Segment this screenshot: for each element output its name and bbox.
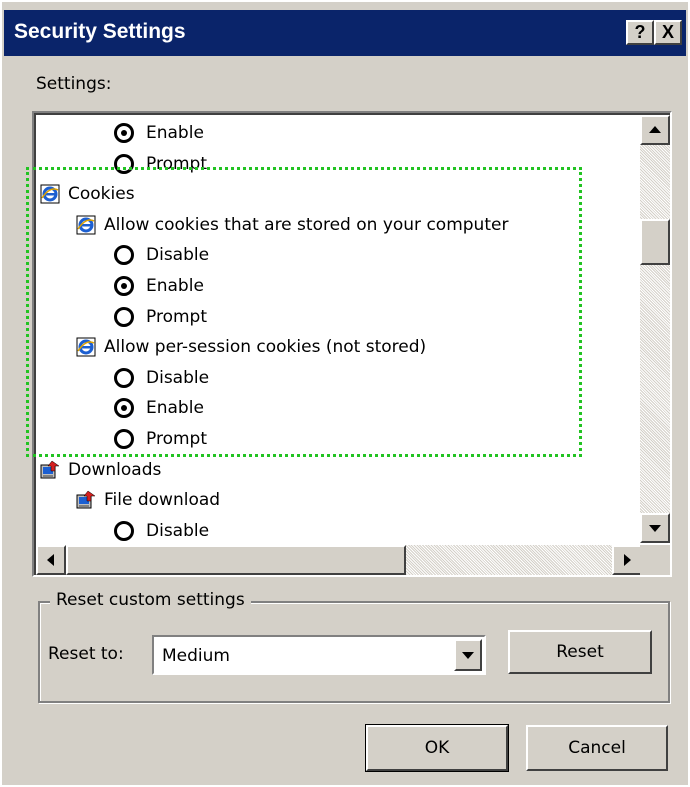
reset-to-dropdown[interactable]: Medium — [152, 635, 486, 675]
arrow-left-icon — [47, 554, 54, 566]
close-button[interactable]: X — [654, 20, 682, 45]
tree-setting[interactable]: File download — [76, 485, 220, 515]
scroll-right-button[interactable] — [612, 545, 642, 575]
radio-unselected-icon[interactable] — [114, 429, 134, 449]
tree-item-label: Disable — [146, 367, 210, 388]
tree-item-label: Enable — [146, 123, 204, 143]
radio-unselected-icon[interactable] — [114, 245, 134, 266]
reset-to-label: Reset to: — [48, 644, 124, 664]
scroll-up-button[interactable] — [640, 115, 670, 145]
tree-item-label: Disable — [146, 245, 210, 266]
scroll-down-button[interactable] — [640, 513, 670, 543]
download-icon — [40, 460, 60, 480]
radio-dot — [121, 283, 127, 289]
radio-option-disable[interactable]: Disable — [114, 240, 209, 270]
tree-item-label: Enable — [146, 276, 204, 296]
arrow-right-icon — [624, 554, 631, 566]
tree-category[interactable]: Downloads — [40, 455, 161, 485]
hscroll-thumb[interactable] — [66, 545, 406, 575]
radio-option-enable[interactable]: Enable — [114, 118, 204, 148]
tree-item-label: Prompt — [146, 429, 207, 449]
reset-group-title: Reset custom settings — [50, 590, 251, 610]
radio-selected-icon[interactable] — [114, 123, 134, 143]
radio-unselected-icon[interactable] — [114, 520, 134, 541]
tree-setting[interactable]: Allow cookies that are stored on your co… — [76, 210, 508, 240]
radio-option-prompt[interactable]: Prompt — [114, 149, 207, 179]
radio-option-disable[interactable]: Disable — [114, 363, 209, 393]
radio-dot — [121, 405, 127, 412]
radio-option-prompt[interactable]: Prompt — [114, 424, 207, 454]
scroll-left-button[interactable] — [36, 545, 66, 575]
radio-selected-icon[interactable] — [114, 276, 134, 296]
tree-item-label: Cookies — [68, 184, 135, 205]
radio-option-prompt[interactable]: Prompt — [114, 302, 207, 332]
settings-tree[interactable]: Enable Prompt Cookies Allow cookies that ar… — [32, 111, 672, 577]
tree-item-label: Prompt — [146, 306, 207, 327]
horizontal-scrollbar[interactable] — [36, 545, 642, 575]
ie-icon — [76, 215, 96, 235]
radio-option-enable[interactable]: Enable — [114, 271, 204, 301]
radio-selected-icon[interactable] — [114, 398, 134, 419]
radio-unselected-icon[interactable] — [114, 306, 134, 327]
cancel-button[interactable]: Cancel — [526, 725, 668, 771]
scroll-corner — [640, 545, 670, 575]
radio-unselected-icon[interactable] — [114, 367, 134, 388]
tree-item-label: Allow cookies that are stored on your co… — [104, 214, 509, 235]
window-title: Security Settings — [14, 20, 186, 43]
scroll-thumb[interactable] — [640, 219, 670, 265]
dropdown-button[interactable] — [454, 639, 482, 671]
ie-icon — [40, 184, 60, 204]
security-settings-dialog: Security Settings ? X Settings: Enable Pr… — [0, 0, 688, 785]
settings-label: Settings: — [36, 74, 112, 94]
tree-item-label: File download — [104, 490, 221, 511]
reset-to-value: Medium — [162, 646, 230, 666]
arrow-down-icon — [649, 525, 661, 532]
ok-button[interactable]: OK — [365, 724, 509, 772]
radio-option-disable[interactable]: Disable — [114, 516, 209, 546]
tree-item-label: Disable — [146, 520, 210, 541]
reset-button[interactable]: Reset — [508, 630, 652, 674]
arrow-up-icon — [649, 126, 661, 133]
vertical-scrollbar[interactable] — [640, 115, 670, 543]
help-button[interactable]: ? — [626, 20, 654, 45]
tree-category[interactable]: Cookies — [40, 179, 135, 209]
tree-item-label: Allow per-session cookies (not stored) — [104, 337, 427, 358]
radio-unselected-icon[interactable] — [114, 153, 134, 174]
chevron-down-icon — [462, 652, 474, 659]
tree-item-label: Prompt — [146, 153, 207, 174]
radio-option-enable[interactable]: Enable — [114, 393, 204, 423]
title-bar[interactable]: Security Settings ? X — [4, 10, 686, 56]
ie-icon — [76, 337, 96, 357]
radio-dot — [121, 130, 127, 136]
tree-item-label: Enable — [146, 398, 204, 419]
tree-setting[interactable]: Allow per-session cookies (not stored) — [76, 332, 426, 362]
download-icon — [76, 490, 96, 510]
tree-item-label: Downloads — [68, 459, 162, 480]
